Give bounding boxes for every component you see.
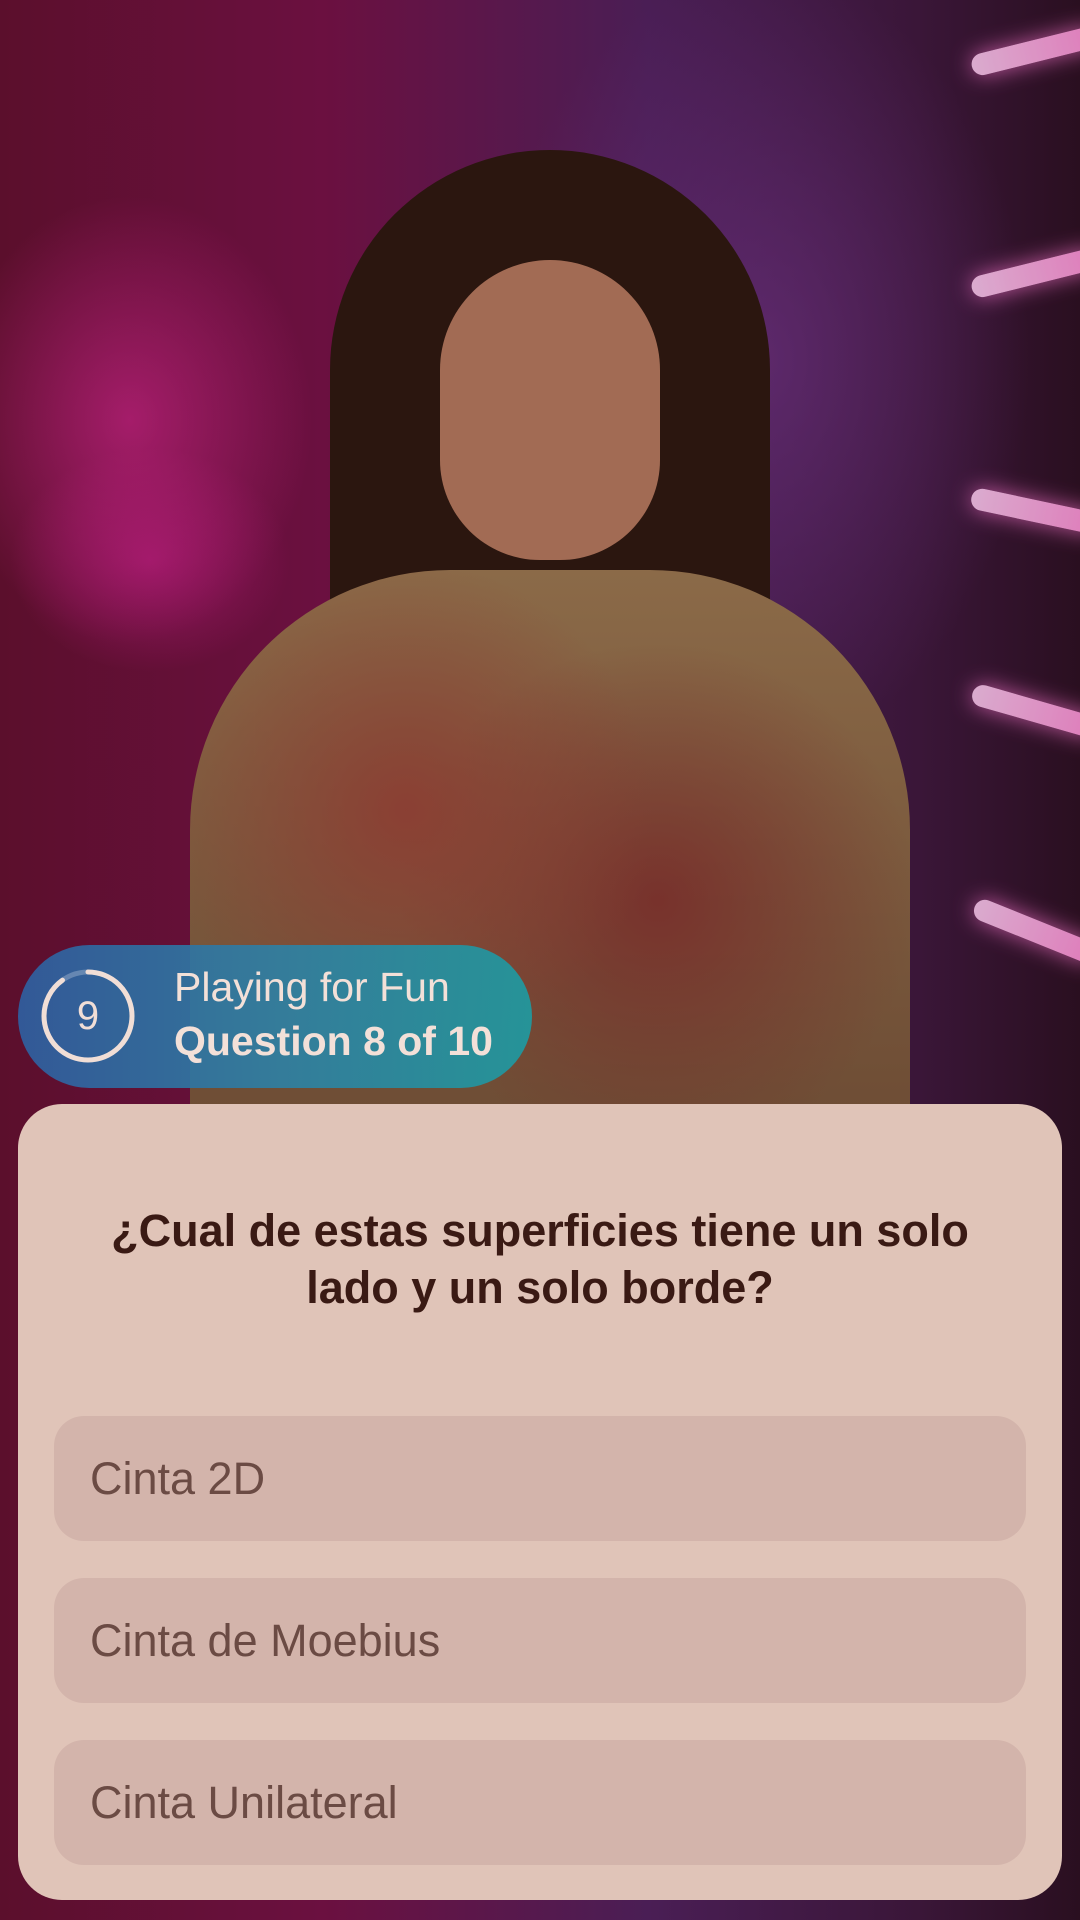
question-text: ¿Cual de estas superficies tiene un solo… xyxy=(111,1205,969,1313)
neon-light xyxy=(969,486,1080,536)
timer-value: 9 xyxy=(76,994,100,1038)
quiz-screen: 9 Playing for Fun Question 8 of 10 ¿Cual… xyxy=(0,0,1080,1920)
answer-option-3[interactable]: Cinta Unilateral xyxy=(54,1740,1026,1865)
neon-light xyxy=(969,682,1080,740)
mode-label: Playing for Fun xyxy=(174,964,450,1010)
neon-light xyxy=(969,246,1080,300)
answer-option-1[interactable]: Cinta 2D xyxy=(54,1416,1026,1541)
presenter-face xyxy=(440,260,660,560)
countdown-timer: 9 xyxy=(40,968,136,1064)
neon-light xyxy=(969,24,1080,78)
neon-light xyxy=(970,896,1080,966)
question-progress: Question 8 of 10 xyxy=(174,1018,493,1064)
answer-option-2[interactable]: Cinta de Moebius xyxy=(54,1578,1026,1703)
